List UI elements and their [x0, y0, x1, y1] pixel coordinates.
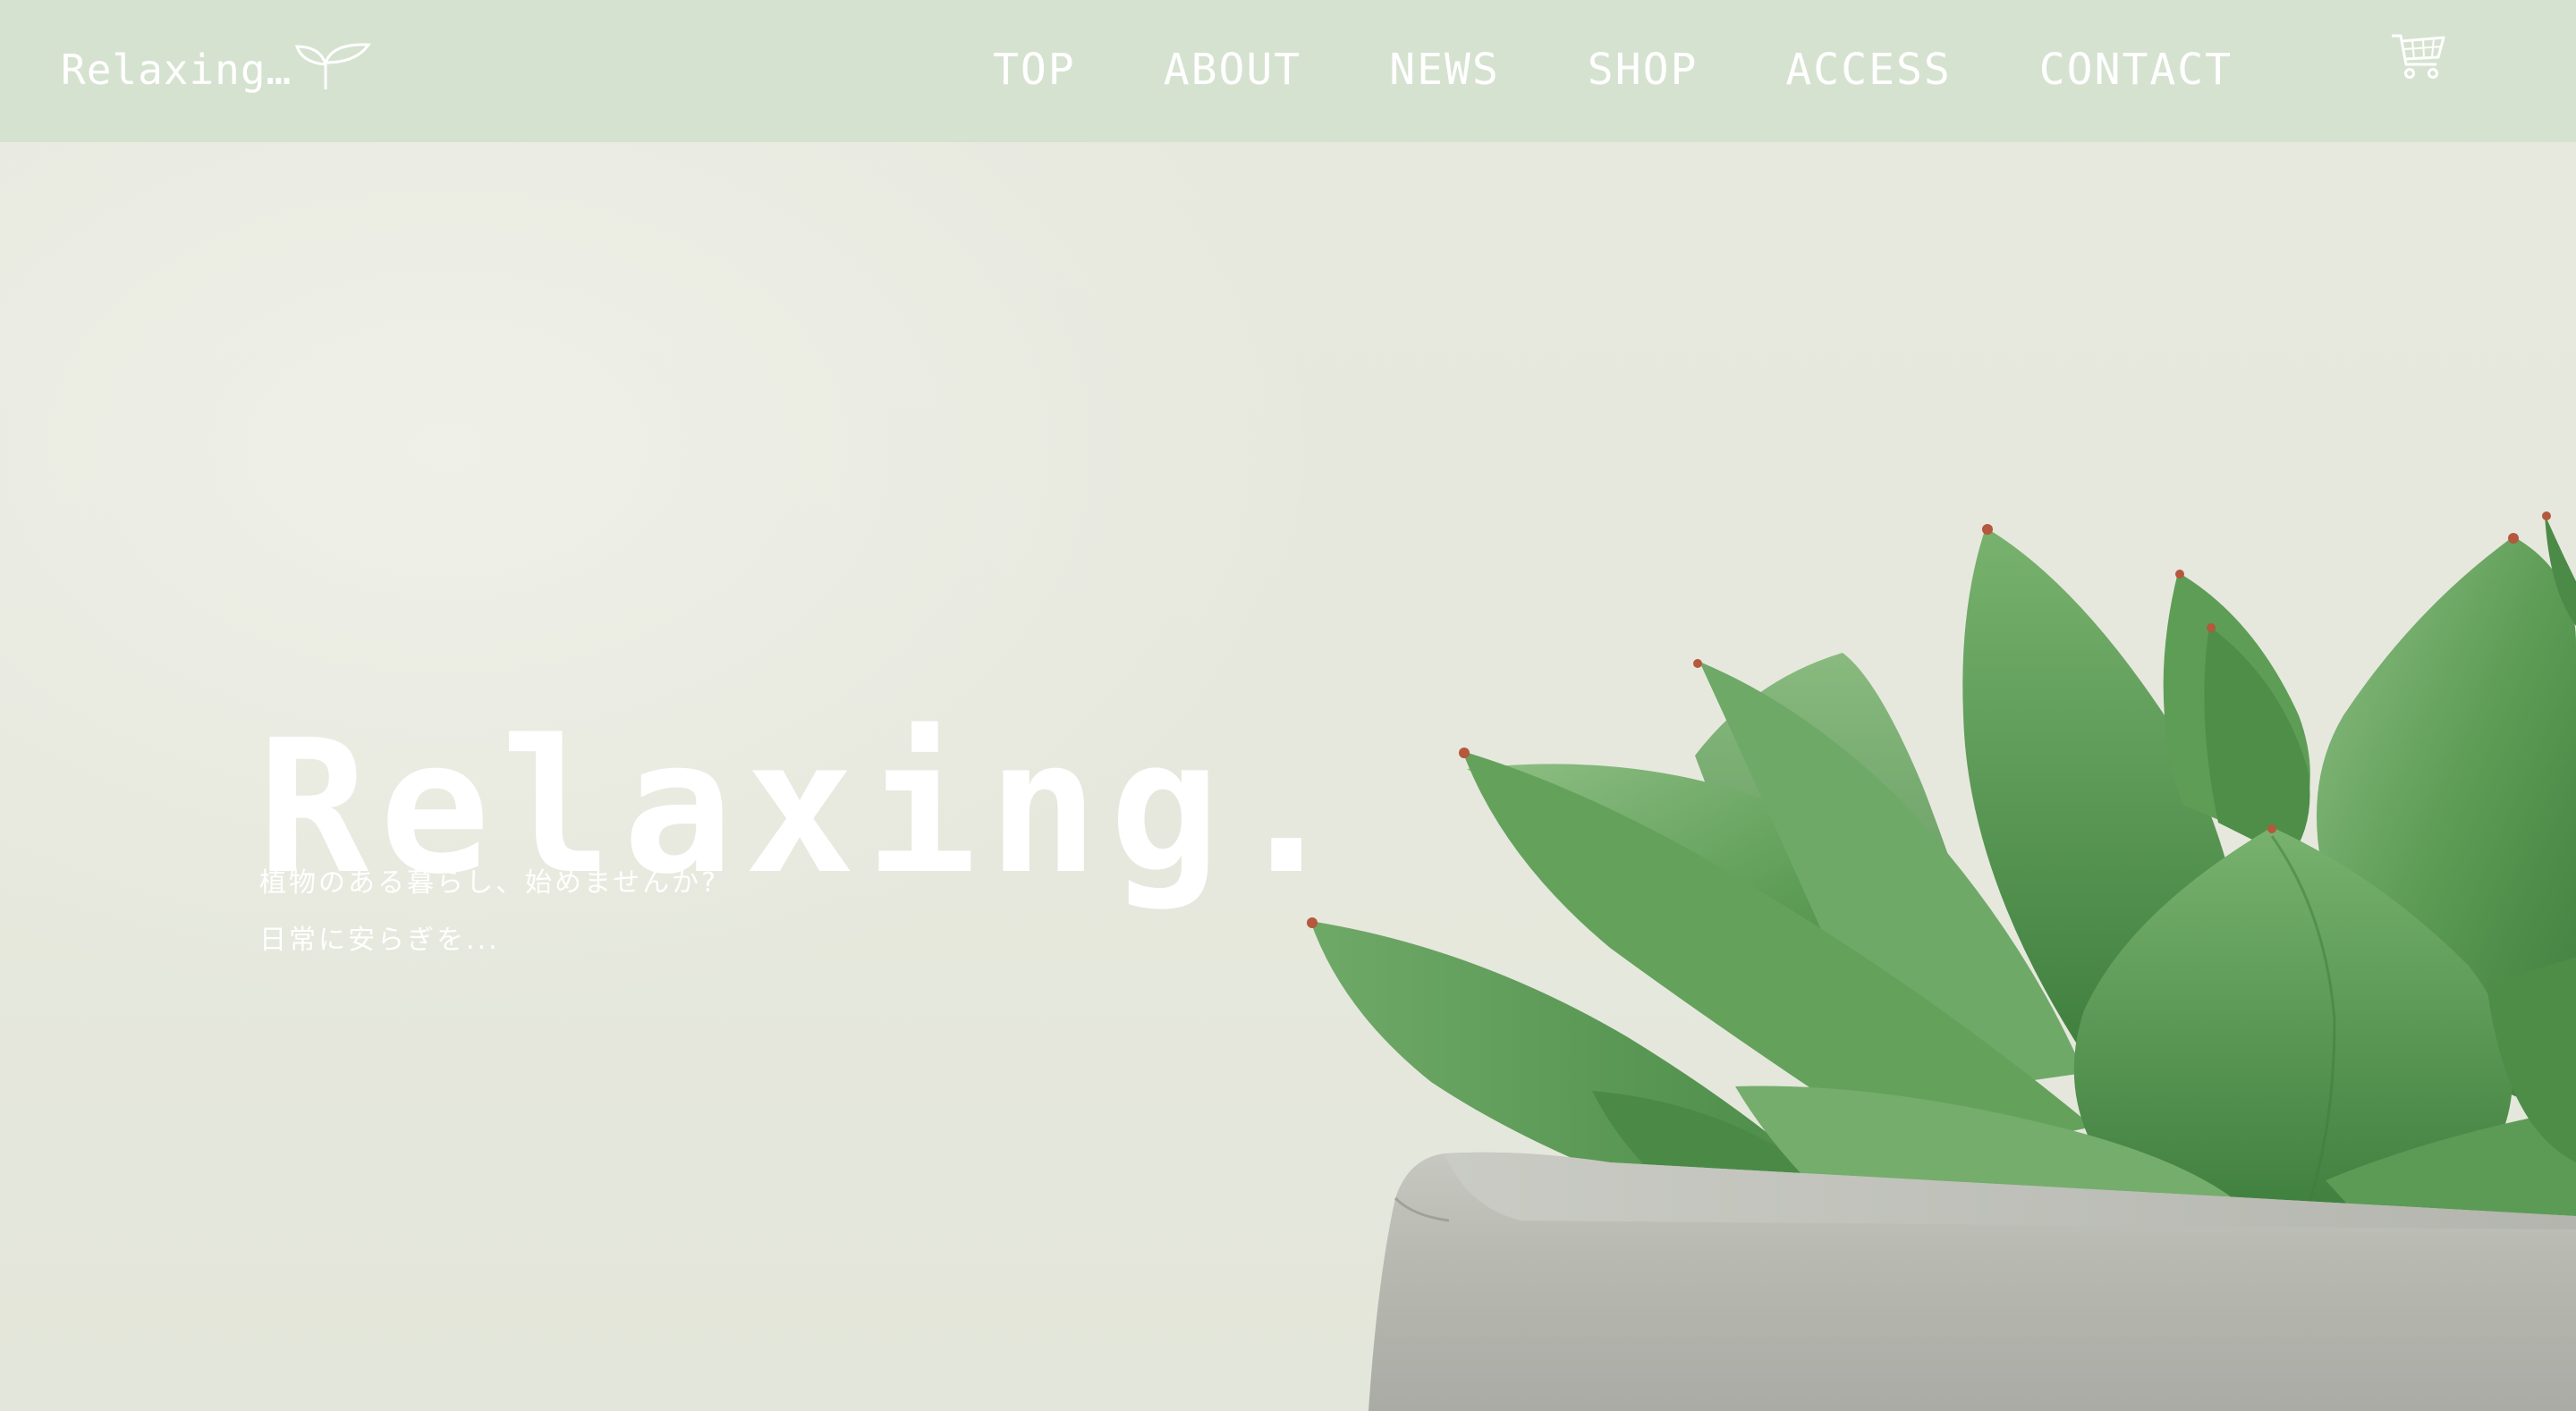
- nav-item-news[interactable]: NEWS: [1389, 45, 1500, 95]
- nav-item-shop[interactable]: SHOP: [1588, 45, 1699, 95]
- site-logo[interactable]: Relaxing…: [61, 34, 372, 106]
- nav-item-access[interactable]: ACCESS: [1785, 45, 1951, 95]
- logo-text: Relaxing…: [61, 46, 292, 94]
- hero-subtitle-line-2: 日常に安らぎを...: [259, 925, 500, 956]
- hero-subtitle-line-1: 植物のある暮らし、始めませんか?: [259, 867, 719, 899]
- nav-item-about[interactable]: ABOUT: [1164, 45, 1302, 95]
- nav-item-contact[interactable]: CONTACT: [2039, 45, 2233, 95]
- nav-item-top[interactable]: TOP: [993, 45, 1076, 95]
- sprout-icon: [295, 43, 372, 89]
- main-nav: TOP ABOUT NEWS SHOP ACCESS CONTACT: [993, 38, 2233, 102]
- site-header: Relaxing… TOP ABOUT NEWS SHOP ACCESS CON…: [0, 0, 2576, 142]
- hero-subtitle: 植物のある暮らし、始めませんか? 日常に安らぎを...: [259, 855, 718, 969]
- shopping-cart-icon[interactable]: [2390, 32, 2447, 82]
